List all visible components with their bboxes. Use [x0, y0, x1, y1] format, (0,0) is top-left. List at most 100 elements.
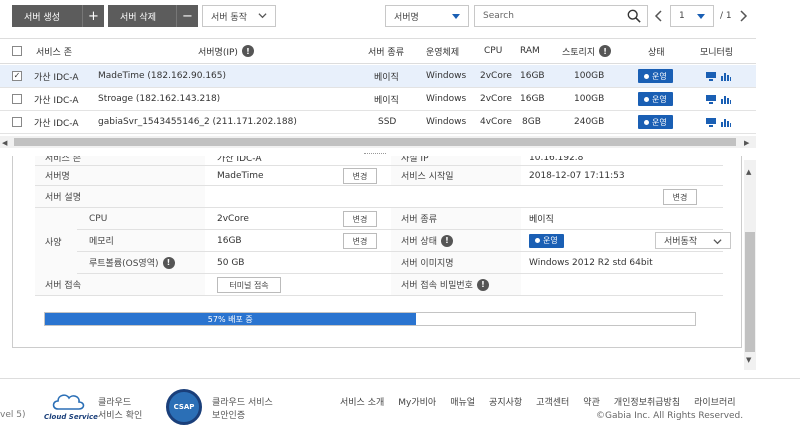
search-icon[interactable]: [627, 9, 641, 23]
header-status: 상태: [648, 47, 665, 58]
table-row[interactable]: 가산 IDC-A gabiaSvr_1543455146_2 (211.171.…: [0, 111, 756, 134]
create-server-button[interactable]: 서버 생성 +: [12, 5, 104, 27]
footer-links: 서비스 소개 My가비아 매뉴얼 공지사항 고객센터 약관 개인정보취급방침 라…: [340, 395, 736, 408]
footer-link[interactable]: 매뉴얼: [450, 395, 475, 408]
info-icon[interactable]: !: [162, 256, 175, 269]
csap-label[interactable]: 클라우드 서비스: [212, 395, 273, 408]
cloud-check-sub[interactable]: 서비스 확인: [98, 408, 142, 421]
cpu-value: 2vCore: [217, 213, 249, 224]
server-type-value: 베이직: [529, 215, 554, 225]
row-ram: 8GB: [522, 117, 541, 127]
row-cpu: 2vCore: [480, 94, 512, 104]
table-row[interactable]: ✓ 가산 IDC-A MadeTime (182.162.90.165) 베이직…: [0, 65, 756, 88]
minus-icon: −: [176, 5, 198, 27]
delete-server-button[interactable]: 서버 삭제 −: [108, 5, 198, 27]
footer-link[interactable]: 개인정보취급방침: [614, 395, 680, 408]
change-cpu-button[interactable]: 변경: [343, 211, 377, 227]
info-icon[interactable]: !: [476, 278, 489, 291]
scroll-up-arrow-icon[interactable]: ▲: [746, 168, 751, 176]
monitor-icon[interactable]: [706, 94, 716, 104]
chevron-down-icon: [258, 13, 267, 19]
footer-link[interactable]: 약관: [583, 395, 600, 408]
deploy-progress-bar: 57% 배포 중: [44, 312, 696, 326]
zone-label: 서비스 존: [35, 156, 205, 165]
search-input[interactable]: Search: [474, 5, 648, 27]
server-type-label: 서버 종류: [391, 208, 521, 229]
page-total: / 1: [720, 11, 732, 21]
row-checkbox[interactable]: [12, 94, 22, 104]
change-memory-button[interactable]: 변경: [343, 233, 377, 249]
footer-link[interactable]: My가비아: [398, 395, 436, 408]
vertical-scrollbar[interactable]: ▲ ▼: [744, 160, 756, 370]
monitor-icon[interactable]: [706, 117, 716, 127]
status-badge-label: 운영: [652, 117, 667, 127]
bar-chart-icon[interactable]: [721, 72, 731, 81]
zone-value: 가산 IDC-A: [217, 156, 262, 164]
row-checkbox[interactable]: [12, 117, 22, 127]
scroll-left-arrow-icon[interactable]: ◀: [2, 139, 7, 147]
status-badge: 운영: [638, 115, 673, 129]
detail-server-action-label: 서버동작: [664, 237, 698, 247]
info-icon[interactable]: !: [241, 45, 254, 57]
header-zone: 서비스 존: [36, 47, 72, 58]
toolbar: 서버 생성 + 서버 삭제 − 서버 동작 서버명 Search 1 / 1: [0, 0, 800, 34]
csap-sub[interactable]: 보안인증: [212, 408, 245, 421]
select-all-checkbox[interactable]: [12, 46, 22, 56]
header-storage-label: 스토리지: [562, 47, 596, 58]
row-zone: 가산 IDC-A: [34, 118, 79, 129]
row-name[interactable]: gabiaSvr_1543455146_2 (211.171.202.188): [98, 111, 297, 133]
vertical-scroll-thumb[interactable]: [745, 232, 755, 352]
server-action-select[interactable]: 서버 동작: [202, 5, 276, 27]
bar-chart-icon[interactable]: [721, 118, 731, 127]
header-os: 운영체제: [426, 47, 460, 58]
row-name[interactable]: MadeTime (182.162.90.165): [98, 65, 226, 87]
horizontal-scrollbar[interactable]: ◀ ▶: [0, 136, 756, 148]
header-name-label: 서버명(IP): [198, 47, 238, 58]
row-checkbox[interactable]: ✓: [12, 71, 22, 81]
bar-chart-icon[interactable]: [721, 95, 731, 104]
cloud-icon: [52, 394, 85, 410]
scroll-down-arrow-icon[interactable]: ▼: [746, 356, 751, 364]
search-placeholder: Search: [483, 11, 514, 21]
scroll-right-arrow-icon[interactable]: ▶: [744, 139, 749, 147]
password-label-cell: 서버 접속 비밀번호!: [391, 274, 521, 295]
footer-link[interactable]: 공지사항: [489, 395, 522, 408]
horizontal-scroll-thumb[interactable]: [14, 138, 736, 146]
status-badge-label: 운영: [652, 94, 667, 104]
row-cpu: 4vCore: [480, 117, 512, 127]
detail-row-name: 서버명 MadeTime 변경 서비스 시작일 2018-12-07 17:11…: [35, 166, 723, 186]
root-volume-value: 50 GB: [217, 257, 245, 268]
detail-row-zone: 서비스 존 가산 IDC-A 사설 IP 10.16.192.8: [35, 156, 723, 166]
description-label: 서버 설명: [35, 186, 205, 207]
footer-link[interactable]: 라이브러리: [694, 395, 735, 408]
info-icon[interactable]: !: [440, 234, 453, 247]
page-select[interactable]: 1: [670, 5, 714, 27]
row-type: SSD: [378, 117, 397, 127]
status-badge: 운영: [638, 69, 673, 83]
cloud-check-label[interactable]: 클라우드: [98, 395, 131, 408]
monitor-icon[interactable]: [706, 71, 716, 81]
change-description-button[interactable]: 변경: [663, 189, 697, 205]
search-filter-select[interactable]: 서버명: [385, 5, 469, 27]
table-row[interactable]: 가산 IDC-A Stroage (182.162.143.218) 베이직 W…: [0, 88, 756, 111]
cloud-service-logo[interactable]: Cloud Service: [44, 391, 98, 427]
status-badge: 운영: [638, 92, 673, 106]
chevron-right-icon[interactable]: [738, 10, 748, 22]
info-icon[interactable]: !: [599, 45, 612, 57]
change-name-button[interactable]: 변경: [343, 168, 377, 184]
detail-server-action-select[interactable]: 서버동작: [655, 232, 731, 249]
chevron-left-icon[interactable]: [654, 10, 664, 22]
private-ip-label: 사설 IP: [391, 156, 521, 165]
footer-link[interactable]: 고객센터: [536, 395, 569, 408]
header-name: 서버명(IP)!: [198, 39, 254, 63]
row-ram: 16GB: [520, 94, 545, 104]
server-status-badge: 운영: [529, 233, 564, 248]
footer: vel 5) Cloud Service 클라우드 서비스 확인 CSAP 클라…: [0, 378, 800, 440]
row-name[interactable]: Stroage (182.162.143.218): [98, 88, 220, 110]
deploy-progress-text: 57% 배포 중: [207, 314, 253, 324]
terminal-access-button[interactable]: 터미널 접속: [217, 277, 281, 293]
csap-badge-icon[interactable]: CSAP: [166, 389, 202, 425]
row-cpu: 2vCore: [480, 71, 512, 81]
footer-link[interactable]: 서비스 소개: [340, 395, 384, 408]
server-image-value: Windows 2012 R2 std 64bit: [529, 257, 653, 268]
